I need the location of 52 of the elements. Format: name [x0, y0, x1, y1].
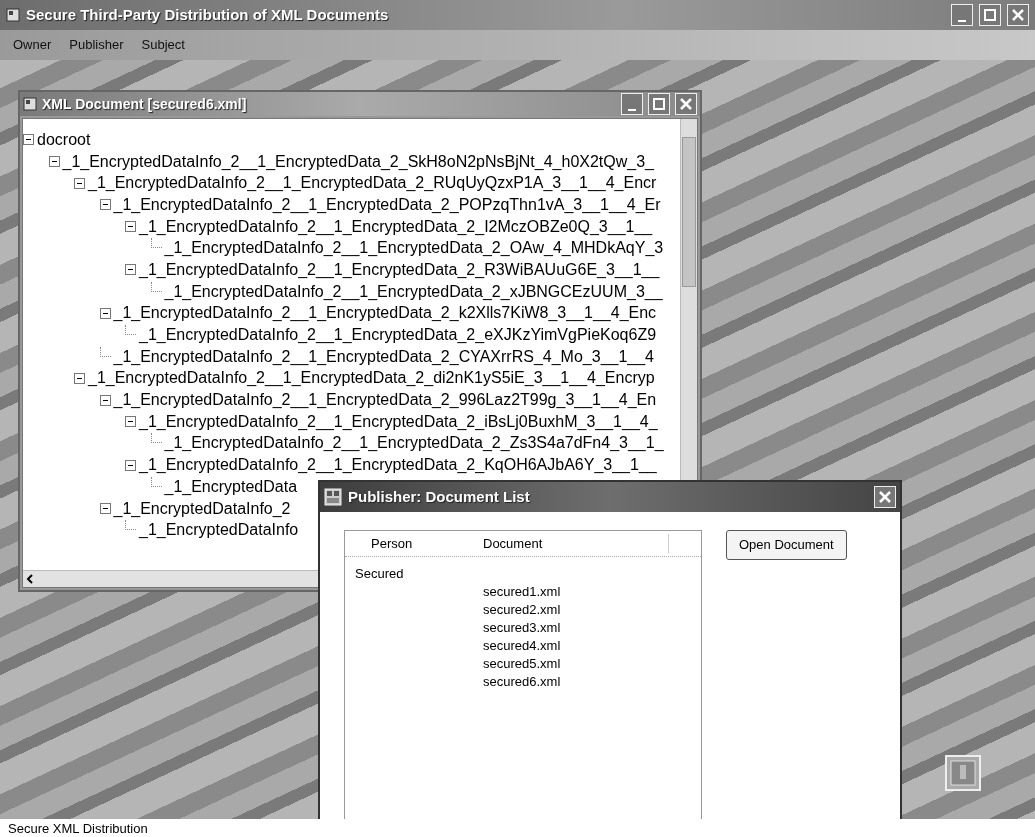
tree-node[interactable]: _1_EncryptedDataInfo_2__1_EncryptedData_2_996Laz2T99g_3__1__4_En — [113, 392, 657, 409]
document-window-title: XML Document [secured6.xml] — [42, 94, 247, 114]
document-icon — [23, 97, 37, 111]
tree-node[interactable]: _1_EncryptedDataInfo_2__1_EncryptedData_2_RUqUyQzxP1A_3__1__4_Encr — [88, 175, 657, 192]
tree-node[interactable]: _1_EncryptedDataInfo_2__1_EncryptedData_2_di2nK1yS5iE_3__1__4_Encryp — [88, 370, 655, 387]
collapse-icon[interactable] — [99, 307, 111, 319]
dialog-title: Publisher: Document List — [348, 486, 530, 507]
column-header[interactable]: Person — [345, 533, 483, 554]
tree-node[interactable]: _1_EncryptedData — [164, 478, 298, 495]
document-cell[interactable]: secured4.xml — [483, 636, 561, 656]
tree-node[interactable]: _1_EncryptedDataInfo_2__1_EncryptedData_2_k2Xlls7KiW8_3__1__4_Enc — [113, 305, 657, 322]
document-cell[interactable]: secured2.xml — [483, 600, 561, 620]
tree-node[interactable]: _1_EncryptedDataInfo_2__1_EncryptedData_2_I2MczOBZe0Q_3__1__ — [139, 218, 653, 235]
person-cell[interactable]: Secured — [345, 564, 483, 584]
menu-item[interactable]: Owner — [6, 33, 59, 57]
tree-node[interactable]: _1_EncryptedDataInfo_2__1_EncryptedData_2_SkH8oN2pNsBjNt_4_h0X2tQw_3_ — [62, 153, 654, 170]
tree-node[interactable]: _1_EncryptedDataInfo_2__1_EncryptedData_2_eXJKzYimVgPieKoq6Z9 — [139, 327, 657, 344]
status-bar: Secure XML Distribution — [0, 819, 1035, 837]
tree-node[interactable]: _1_EncryptedDataInfo — [139, 522, 299, 539]
collapse-icon[interactable] — [99, 199, 111, 211]
collapse-icon[interactable] — [74, 177, 85, 189]
collapse-icon[interactable] — [48, 156, 60, 168]
menu-item[interactable]: Publisher — [62, 33, 131, 57]
collapse-icon[interactable] — [125, 416, 136, 428]
tree-node[interactable]: _1_EncryptedDataInfo_2__1_EncryptedData_2_R3WiBAUuG6E_3__1__ — [139, 261, 660, 278]
collapse-icon[interactable] — [74, 372, 85, 384]
collapse-icon[interactable] — [99, 394, 111, 406]
document-cell[interactable]: secured3.xml — [483, 618, 561, 638]
collapse-icon[interactable] — [125, 221, 136, 233]
tree-node[interactable]: docroot — [37, 131, 91, 148]
tree-node[interactable]: _1_EncryptedDataInfo_2__1_EncryptedData_2_OAw_4_MHDkAqY_3 — [164, 240, 664, 257]
window-title: Secure Third-Party Distribution of XML Documents — [26, 4, 389, 25]
dialog-icon — [324, 488, 342, 506]
open-document-button[interactable]: Open Document — [726, 530, 847, 560]
document-cell[interactable]: secured6.xml — [483, 672, 561, 692]
column-header[interactable]: Document — [483, 533, 669, 554]
tree-node[interactable]: _1_EncryptedDataInfo_2__1_EncryptedData_2_CYAXrrRS_4_Mo_3__1__4 — [113, 348, 654, 365]
collapse-icon[interactable] — [125, 459, 136, 471]
collapse-icon[interactable] — [125, 264, 136, 276]
menu-item[interactable]: Subject — [134, 33, 192, 57]
minimized-window-icon[interactable] — [945, 755, 981, 791]
document-cell[interactable]: secured5.xml — [483, 654, 561, 674]
collapse-icon[interactable] — [23, 134, 34, 146]
tree-node[interactable]: _1_EncryptedDataInfo_2__1_EncryptedData_2_Zs3S4a7dFn4_3__1_ — [164, 435, 664, 452]
collapse-icon[interactable] — [99, 503, 111, 515]
document-cell[interactable]: secured1.xml — [483, 582, 561, 602]
tree-node[interactable]: _1_EncryptedDataInfo_2__1_EncryptedData_2_KqOH6AJbA6Y_3__1__ — [139, 457, 657, 474]
tree-node[interactable]: _1_EncryptedDataInfo_2__1_EncryptedData_2_POPzqThn1vA_3__1__4_Er — [113, 196, 661, 213]
tree-node[interactable]: _1_EncryptedDataInfo_2__1_EncryptedData_2_xJBNGCEzUUM_3__ — [164, 283, 663, 300]
app-icon — [6, 8, 20, 22]
tree-node[interactable]: _1_EncryptedDataInfo_2__1_EncryptedData_2_iBsLj0BuxhM_3__1__4_ — [139, 413, 658, 430]
tree-node[interactable]: _1_EncryptedDataInfo_2 — [113, 500, 291, 517]
